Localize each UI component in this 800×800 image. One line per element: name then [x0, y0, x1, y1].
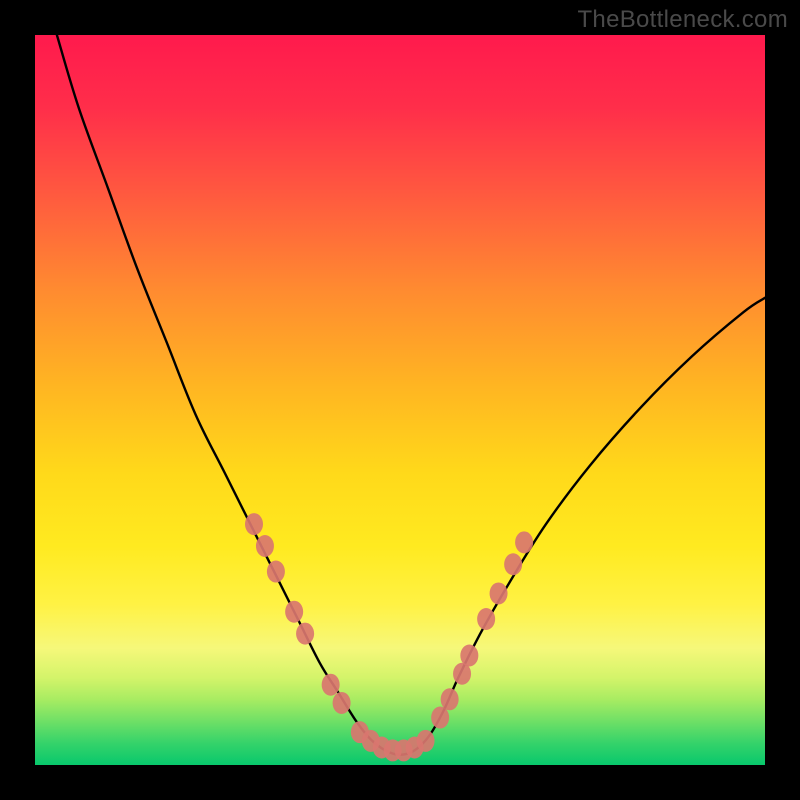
data-marker — [477, 608, 495, 630]
marker-group — [245, 513, 533, 761]
bottleneck-curve — [57, 35, 765, 755]
data-marker — [333, 692, 351, 714]
data-marker — [441, 688, 459, 710]
watermark-text: TheBottleneck.com — [577, 6, 788, 34]
data-marker — [515, 531, 533, 553]
data-marker — [322, 674, 340, 696]
data-marker — [256, 535, 274, 557]
data-marker — [490, 582, 508, 604]
curve-svg — [35, 35, 765, 765]
data-marker — [296, 623, 314, 645]
data-marker — [267, 561, 285, 583]
data-marker — [504, 553, 522, 575]
data-marker — [285, 601, 303, 623]
chart-frame: TheBottleneck.com — [0, 0, 800, 800]
data-marker — [460, 645, 478, 667]
data-marker — [417, 730, 435, 752]
plot-area — [35, 35, 765, 765]
data-marker — [245, 513, 263, 535]
data-marker — [431, 707, 449, 729]
